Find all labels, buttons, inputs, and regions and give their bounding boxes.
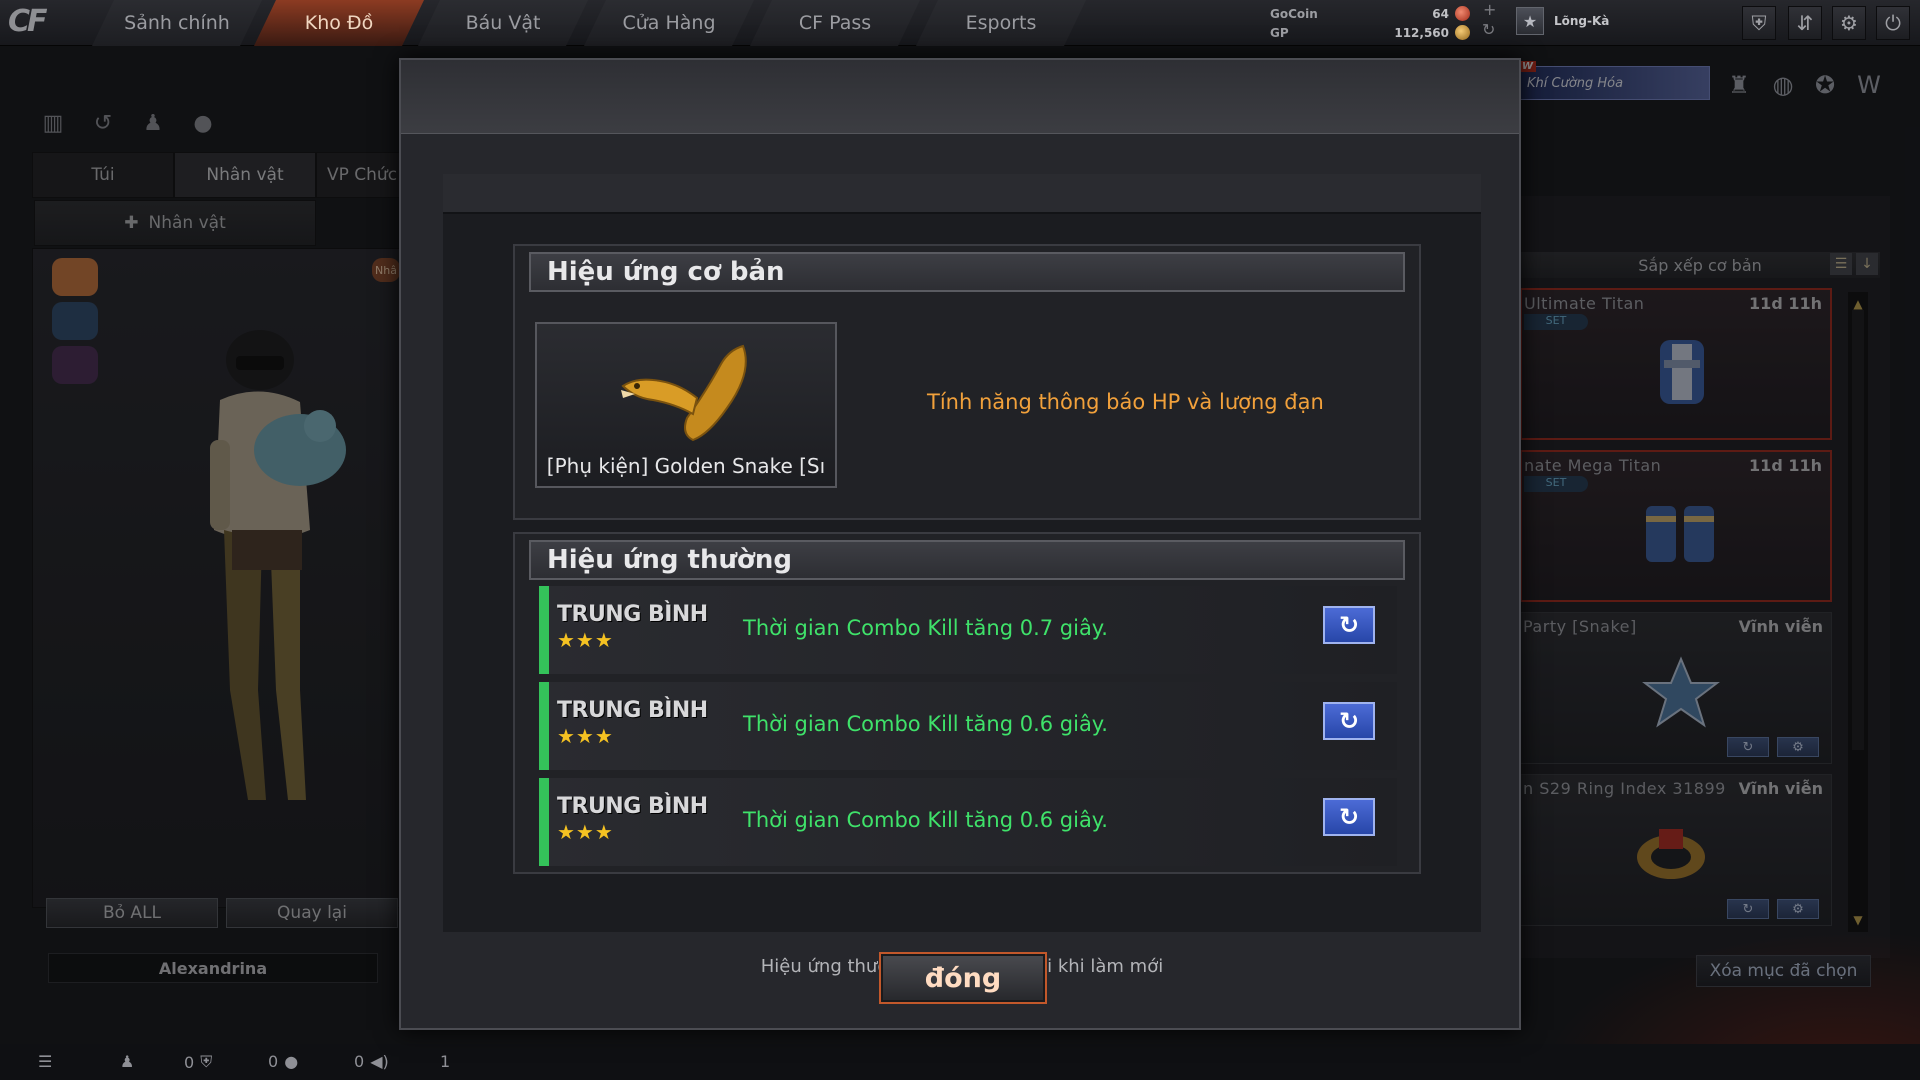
game-logo[interactable]: CF [8,4,78,40]
effect-text: Thời gian Combo Kill tăng 0.6 giây. [743,808,1108,832]
basic-effect-text: Tính năng thông báo HP và lượng đạn [927,390,1324,414]
effect-text: Thời gian Combo Kill tăng 0.6 giây. [743,712,1108,736]
bonus-effects-title: Hiệu ứng thường [529,540,1405,580]
basic-effects-section: Hiệu ứng cơ bản [Phụ kiện] Golden Snake … [513,244,1421,520]
power-icon[interactable]: ⏻ [1876,6,1910,40]
page-number: 1 [440,1052,451,1071]
effect-grade: TRUNG BÌNH [557,794,708,819]
player-name: Lo͂ng-Kà [1554,14,1610,28]
effect-grade-bar [539,682,549,770]
refresh-currency-icon[interactable]: ↻ [1482,20,1495,39]
dialog-header [401,60,1519,134]
shield-icon[interactable]: ⛨ [1742,6,1776,40]
refresh-effect-button[interactable]: ↻ [1323,798,1375,836]
effect-stars: ★★★ [557,628,614,652]
clan-count: 0 [184,1052,195,1072]
effect-grade-bar [539,586,549,674]
add-currency-icon[interactable]: + [1483,0,1496,19]
voice-count: 0 [354,1052,365,1071]
nav-tab-treasure[interactable]: Báu Vật [418,0,588,46]
nav-tab-esports[interactable]: Esports [916,0,1086,46]
bonus-effect-row: TRUNG BÌNH ★★★ Thời gian Combo Kill tăng… [539,586,1397,674]
nav-tab-inventory[interactable]: Kho Đồ [254,0,424,46]
item-effects-dialog: Hiệu ứng cơ bản [Phụ kiện] Golden Snake … [399,58,1521,1030]
item-preview: [Phụ kiện] Golden Snake [Sı [535,322,837,488]
refresh-effect-button[interactable]: ↻ [1323,702,1375,740]
refresh-effect-button[interactable]: ↻ [1323,606,1375,644]
dialog-body: Hiệu ứng cơ bản [Phụ kiện] Golden Snake … [443,174,1481,977]
menu-icon[interactable]: ☰ [38,1052,52,1071]
basic-effects-title: Hiệu ứng cơ bản [529,252,1405,292]
voice-counter[interactable]: 0 ◀) [354,1052,389,1071]
bonus-effect-row: TRUNG BÌNH ★★★ Thời gian Combo Kill tăng… [539,682,1397,770]
item-name: [Phụ kiện] Golden Snake [Sı [546,454,826,478]
shield-icon: ⛨ [200,1052,213,1071]
chat-counter[interactable]: 0 ● [268,1052,298,1071]
player-profile[interactable]: ★ Lo͂ng-Kà [1516,7,1609,35]
currency-panel: GoCoin 64 GP 112,560 [1270,4,1470,42]
gp-label: GP [1270,25,1289,40]
gp-value: 112,560 [1394,25,1449,40]
gear-icon[interactable]: ⚙ [1832,6,1866,40]
friends-icon[interactable]: ♟ [120,1052,134,1071]
clan-counter[interactable]: 0 ⛨ [184,1052,212,1072]
exit-room-icon[interactable]: ⇵ [1788,6,1822,40]
bonus-effects-section: Hiệu ứng thường TRUNG BÌNH ★★★ Thời gian… [513,532,1421,874]
chat-bubble-icon: ● [284,1052,299,1071]
golden-snake-icon [621,344,747,442]
gocoin-label: GoCoin [1270,6,1318,21]
effect-text: Thời gian Combo Kill tăng 0.7 giây. [743,616,1108,640]
effect-grade: TRUNG BÌNH [557,698,708,723]
effect-grade-bar [539,778,549,866]
top-bar: CF Sảnh chính Kho Đồ Báu Vật Cửa Hàng CF… [0,0,1920,46]
nav-tab-cf-pass[interactable]: CF Pass [750,0,920,46]
effect-stars: ★★★ [557,724,614,748]
effect-stars: ★★★ [557,820,614,844]
gp-icon [1455,25,1470,40]
refresh-icon: ↻ [1338,707,1360,735]
effect-grade: TRUNG BÌNH [557,602,708,627]
refresh-icon: ↻ [1338,803,1360,831]
rank-star-icon: ★ [1516,7,1544,35]
bonus-effect-row: TRUNG BÌNH ★★★ Thời gian Combo Kill tăng… [539,778,1397,866]
gocoin-value: 64 [1432,6,1449,21]
refresh-icon: ↻ [1338,611,1360,639]
page-indicator: 1 [440,1052,450,1071]
nav-tab-lobby[interactable]: Sảnh chính [92,0,262,46]
speaker-icon: ◀) [370,1052,389,1071]
dialog-body-header [443,174,1481,214]
close-button[interactable]: đóng [879,952,1047,1004]
nav-tab-shop[interactable]: Cửa Hàng [584,0,754,46]
chat-count: 0 [268,1052,279,1071]
gocoin-icon [1455,6,1470,21]
